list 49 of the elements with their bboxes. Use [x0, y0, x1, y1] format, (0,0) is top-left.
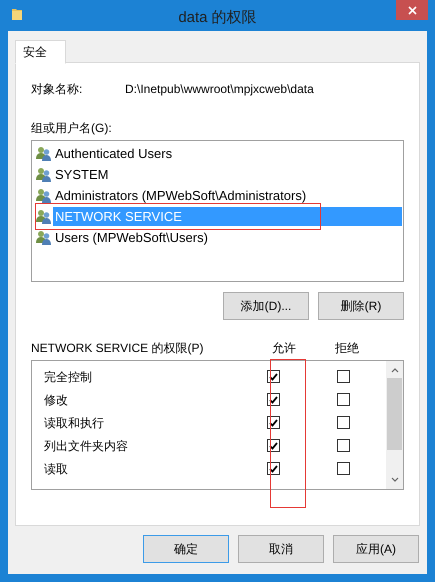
users-icon — [36, 209, 52, 224]
user-list-item[interactable]: SYSTEM — [53, 165, 403, 184]
checkbox[interactable] — [267, 462, 280, 475]
object-path: D:\Inetpub\wwwroot\mpjxcweb\data — [125, 81, 314, 98]
checkbox[interactable] — [337, 393, 350, 406]
close-icon — [408, 6, 416, 14]
user-list-item[interactable]: Administrators (MPWebSoft\Administrators) — [53, 186, 403, 205]
scrollbar[interactable] — [386, 361, 403, 489]
users-icon — [36, 146, 52, 161]
users-label: 组或用户名(G): — [31, 120, 113, 135]
users-icon — [36, 188, 52, 203]
user-list-item[interactable]: Users (MPWebSoft\Users) — [53, 228, 403, 247]
user-list-item[interactable]: Authenticated Users — [53, 144, 403, 163]
scroll-down-icon — [390, 477, 398, 482]
dialog-button[interactable]: 添加(D)... — [223, 292, 309, 320]
permission-name: 读取和执行 — [43, 414, 105, 432]
checkbox[interactable] — [337, 370, 350, 383]
dialog-button[interactable]: 应用(A) — [333, 535, 419, 563]
permission-name: 读取 — [43, 460, 69, 478]
tab[interactable]: 安全 — [15, 40, 66, 64]
dialog-button[interactable]: 确定 — [143, 535, 229, 563]
close-button[interactable] — [396, 0, 428, 20]
permission-name: 修改 — [43, 392, 69, 408]
check-icon — [269, 442, 278, 450]
users-icon — [36, 230, 52, 245]
scroll-up-icon — [390, 368, 398, 373]
permissions-label: NETWORK SERVICE 的权限(P) — [31, 340, 204, 357]
check-icon — [269, 464, 278, 472]
checkbox[interactable] — [267, 370, 280, 383]
checkbox[interactable] — [267, 439, 280, 452]
folder-icon — [11, 7, 23, 21]
object-name-label: 对象名称: — [31, 81, 84, 98]
scroll-thumb[interactable] — [387, 378, 402, 450]
permission-name: 列出文件夹内容 — [43, 438, 129, 454]
permission-name: 完全控制 — [43, 368, 93, 386]
check-icon — [269, 372, 278, 380]
check-icon — [269, 418, 278, 426]
checkbox[interactable] — [337, 416, 350, 429]
allow-column-header: 允许 — [271, 340, 297, 357]
window-title: data 的权限 — [177, 8, 258, 28]
dialog-button[interactable]: 删除(R) — [318, 292, 404, 320]
check-icon — [269, 396, 278, 404]
checkbox[interactable] — [337, 439, 350, 452]
dialog-button[interactable]: 取消 — [238, 535, 324, 563]
checkbox[interactable] — [267, 393, 280, 406]
deny-column-header: 拒绝 — [335, 340, 359, 357]
checkbox[interactable] — [337, 462, 350, 475]
users-icon — [36, 167, 52, 182]
checkbox[interactable] — [267, 416, 280, 429]
